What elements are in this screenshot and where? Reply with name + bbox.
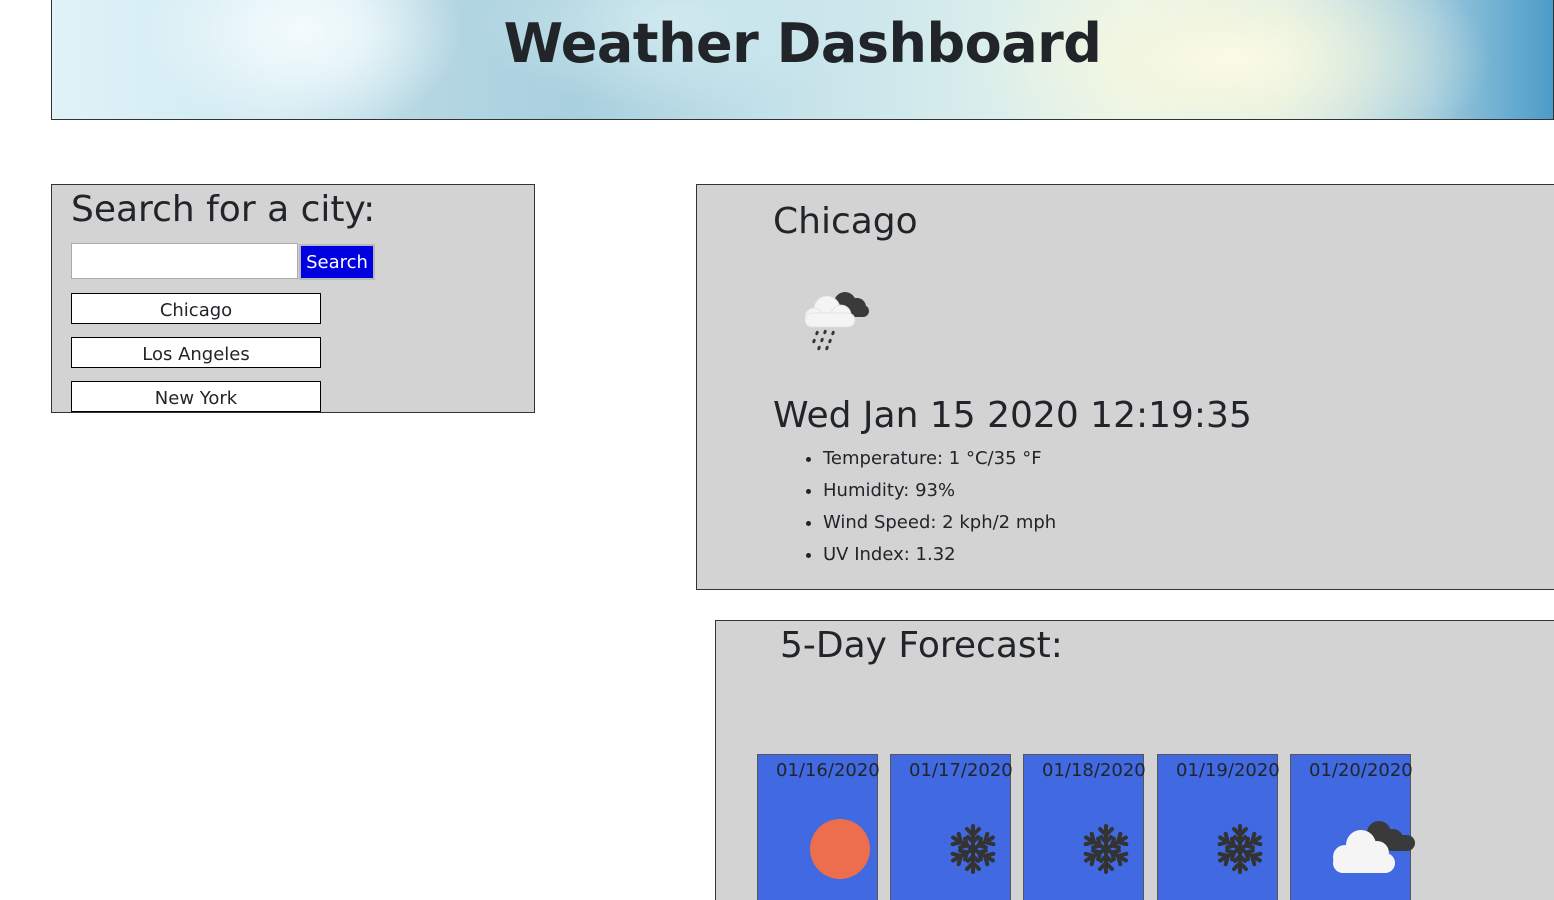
page: Weather Dashboard Search for a city: Sea…	[0, 0, 1554, 900]
forecast-panel: 5-Day Forecast: 01/16/2020 01/17/2020 01…	[715, 620, 1554, 900]
search-button[interactable]: Search	[299, 244, 375, 280]
history-city-button[interactable]: Los Angeles	[71, 337, 321, 368]
wind-speed-stat: Wind Speed: 2 kph/2 mph	[823, 507, 1056, 539]
cloud-icon	[1333, 821, 1415, 873]
snowflake-icon	[1215, 824, 1265, 874]
current-datetime: Wed Jan 15 2020 12:19:35	[773, 395, 1252, 436]
forecast-date: 01/20/2020	[1309, 760, 1413, 781]
uv-index-stat: UV Index: 1.32	[823, 539, 1056, 571]
current-city-name: Chicago	[773, 201, 918, 242]
search-heading: Search for a city:	[71, 189, 376, 230]
forecast-date: 01/18/2020	[1042, 760, 1146, 781]
forecast-day-card: 01/19/2020	[1157, 754, 1280, 900]
history-city-button[interactable]: New York	[71, 381, 321, 412]
forecast-date: 01/17/2020	[909, 760, 1013, 781]
snowflake-icon	[948, 824, 998, 874]
forecast-day-card: 01/17/2020	[890, 754, 1013, 900]
snowflake-icon	[1081, 824, 1131, 874]
header-banner: Weather Dashboard	[51, 0, 1554, 120]
search-panel: Search for a city: Search Chicago Los An…	[51, 184, 535, 413]
forecast-date: 01/16/2020	[776, 760, 880, 781]
page-title: Weather Dashboard	[503, 12, 1102, 75]
forecast-date: 01/19/2020	[1176, 760, 1280, 781]
forecast-heading: 5-Day Forecast:	[780, 625, 1063, 666]
rain-cloud-icon	[804, 292, 869, 351]
humidity-stat: Humidity: 93%	[823, 475, 1056, 507]
weather-stats-list: Temperature: 1 °C/35 °F Humidity: 93% Wi…	[823, 443, 1056, 571]
forecast-day-card: 01/18/2020	[1023, 754, 1146, 900]
history-city-button[interactable]: Chicago	[71, 293, 321, 324]
sun-icon	[810, 819, 870, 879]
city-search-input[interactable]	[71, 243, 298, 279]
current-weather-panel: Chicago Wed Jan 15 2020 12:19:35 • Tempe…	[696, 184, 1554, 590]
forecast-day-card: 01/16/2020	[757, 754, 880, 900]
temperature-stat: Temperature: 1 °C/35 °F	[823, 443, 1056, 475]
forecast-day-card: 01/20/2020	[1290, 754, 1415, 900]
